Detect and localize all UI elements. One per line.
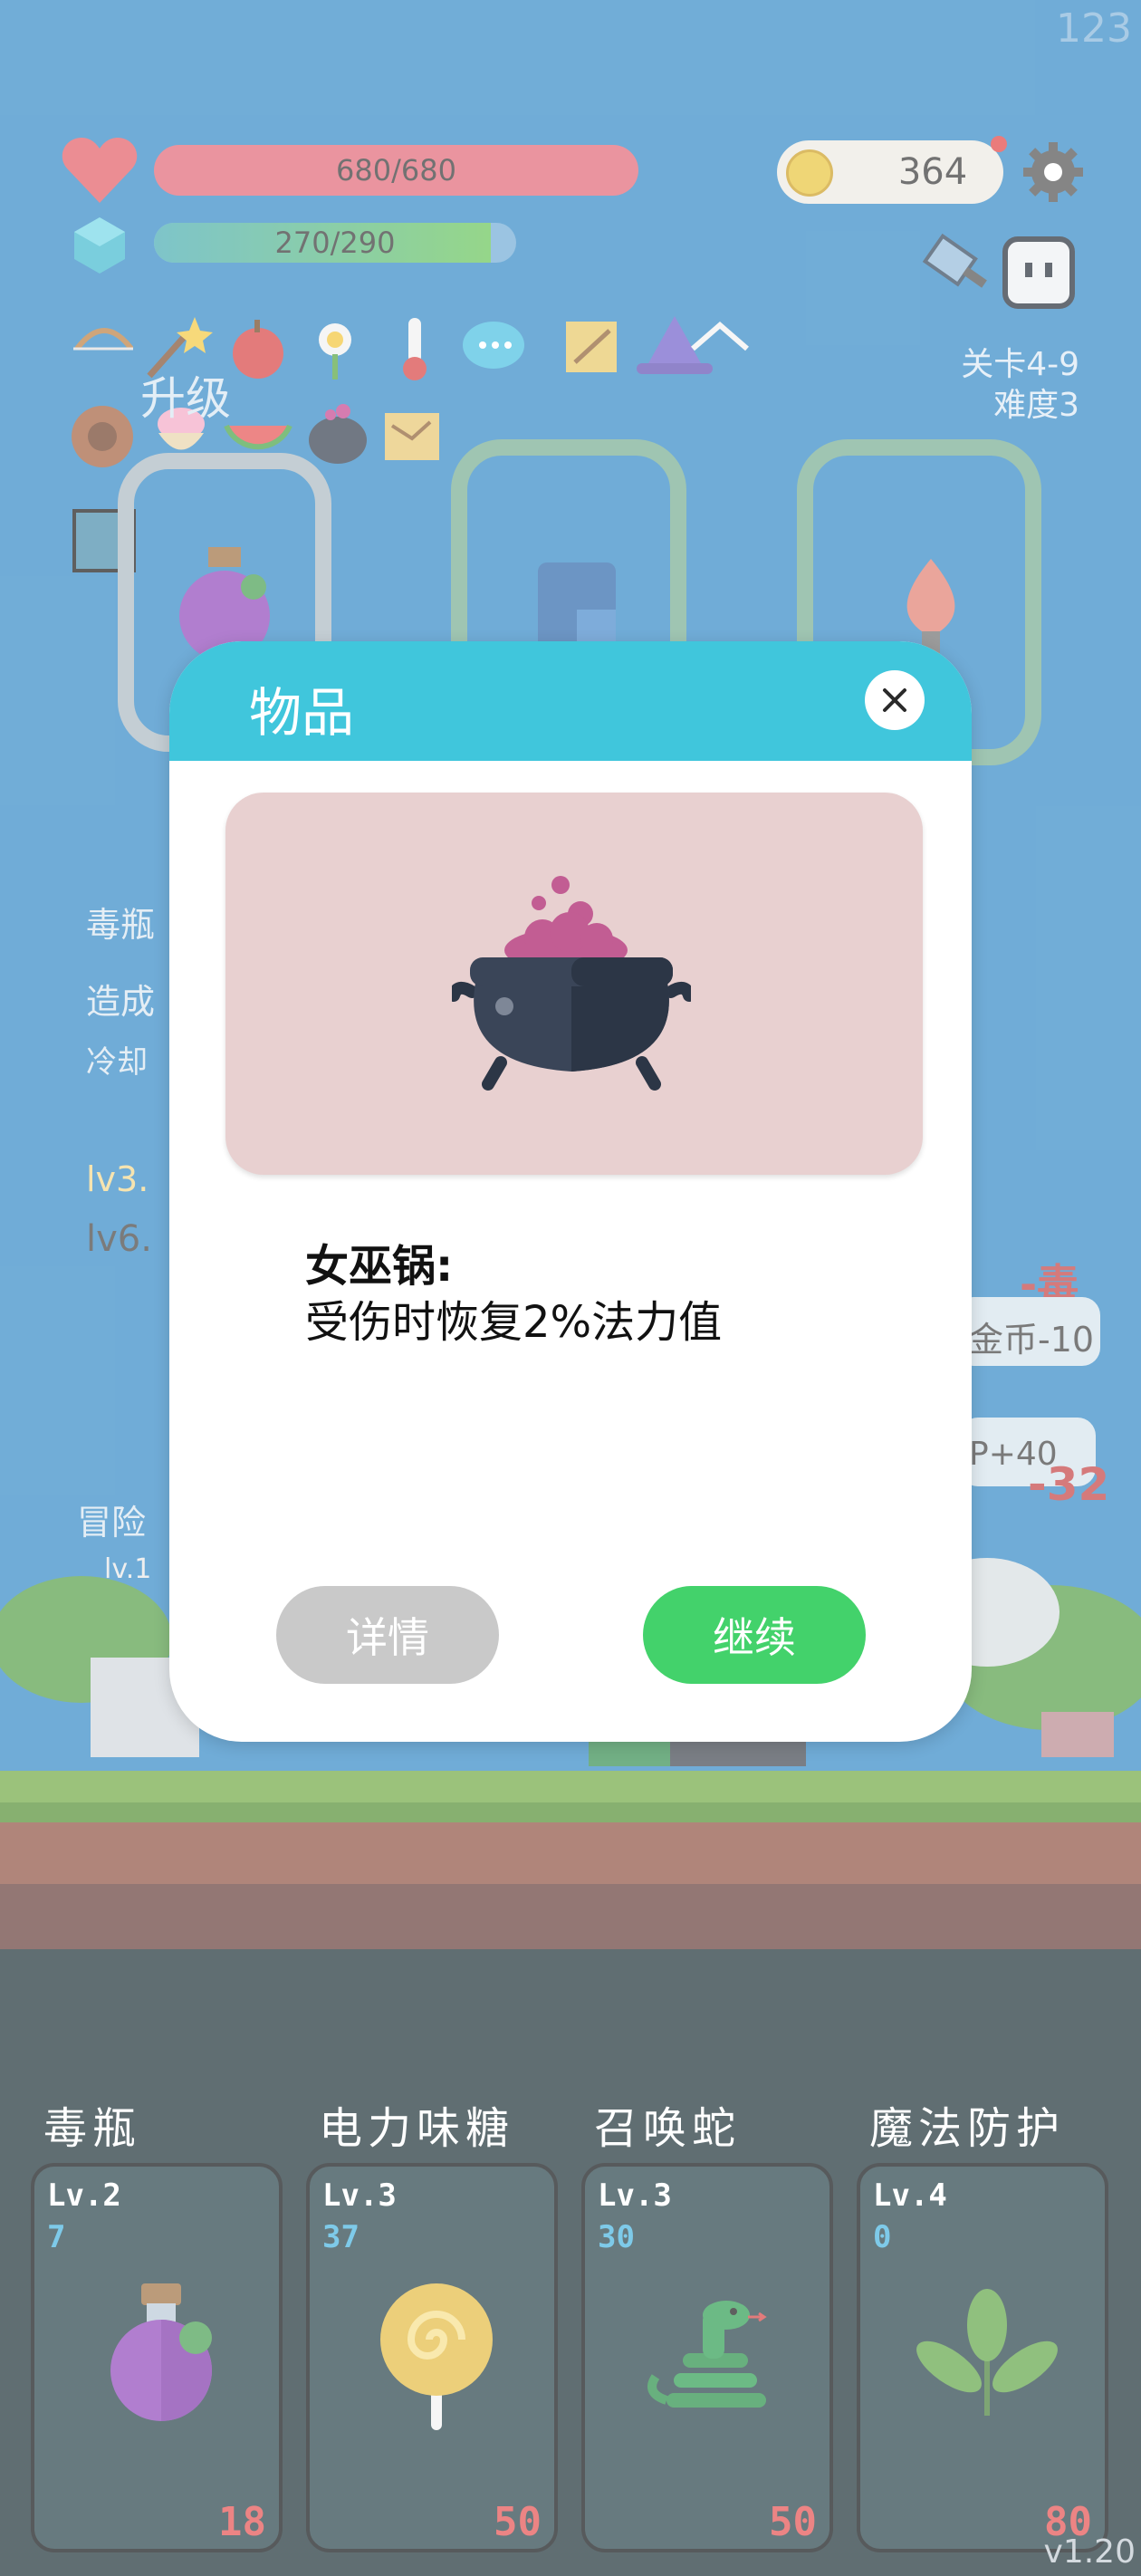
- close-button[interactable]: [865, 670, 925, 730]
- item-name: 女巫锅:: [305, 1241, 454, 1292]
- item-description: 受伤时恢复2%法力值: [305, 1297, 723, 1348]
- item-dialog: 物品 女巫锅: 受伤时恢复2%法力值 详情 继续: [169, 641, 972, 1742]
- continue-button[interactable]: 继续: [643, 1586, 866, 1684]
- witch-cauldron-icon: [452, 876, 691, 1091]
- close-icon: [883, 688, 906, 712]
- item-preview: [225, 793, 923, 1175]
- details-button[interactable]: 详情: [276, 1586, 499, 1684]
- dialog-title: 物品: [249, 682, 355, 744]
